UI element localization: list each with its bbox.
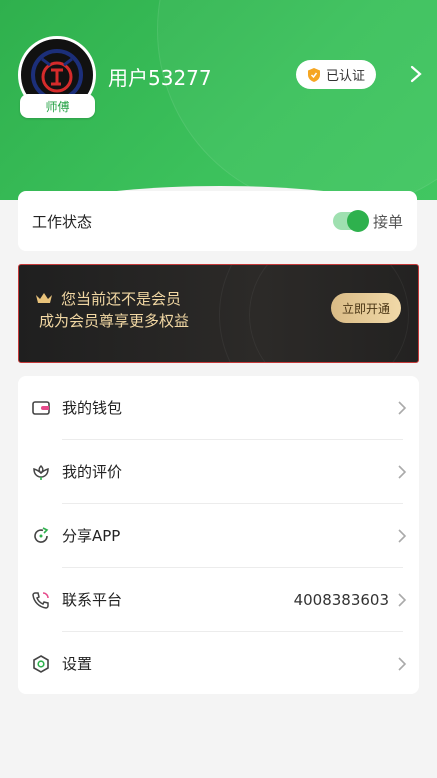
shield-icon	[307, 67, 320, 82]
vip-banner[interactable]: 您当前还不是会员 成为会员尊享更多权益 立即开通	[18, 264, 419, 363]
work-status-label: 工作状态	[32, 212, 93, 231]
menu-item-settings[interactable]: 设置	[18, 632, 419, 695]
role-badge: 师傅	[20, 94, 95, 118]
chevron-right-icon	[398, 592, 407, 607]
vip-line2: 成为会员尊享更多权益	[39, 312, 190, 330]
work-status-toggle[interactable]	[332, 210, 369, 232]
wallet-icon	[32, 400, 50, 415]
settings-icon	[33, 654, 49, 673]
menu-item-value: 4008383603	[293, 590, 389, 609]
menu-item-wallet[interactable]: 我的钱包	[18, 376, 419, 439]
verified-badge[interactable]: 已认证	[296, 60, 376, 89]
menu-item-contact[interactable]: 联系平台 4008383603	[18, 568, 419, 631]
menu-item-label: 我的钱包	[62, 399, 123, 417]
chevron-right-icon	[398, 528, 407, 543]
chevron-right-icon	[398, 656, 407, 671]
flower-icon	[33, 464, 49, 480]
chevron-right-icon	[398, 400, 407, 415]
menu-item-share[interactable]: 分享APP	[18, 504, 419, 567]
toggle-knob	[346, 210, 369, 232]
menu-item-label: 联系平台	[62, 591, 123, 609]
open-vip-button[interactable]: 立即开通	[331, 293, 401, 323]
username: 用户53277	[108, 66, 212, 90]
verified-label: 已认证	[325, 69, 365, 84]
header-decoration	[157, 0, 437, 200]
toggle-label: 接单	[372, 212, 403, 231]
menu-item-reviews[interactable]: 我的评价	[18, 440, 419, 503]
menu-item-label: 分享APP	[62, 527, 121, 545]
menu-item-label: 我的评价	[62, 463, 123, 481]
crown-icon	[36, 293, 52, 303]
menu-item-label: 设置	[62, 655, 93, 673]
phone-icon	[32, 591, 49, 609]
vip-line1: 您当前还不是会员	[61, 290, 182, 308]
work-status-card: 工作状态 接单	[18, 191, 417, 251]
share-icon	[34, 526, 49, 543]
avatar-area[interactable]: 师傅	[18, 36, 96, 118]
chevron-right-icon	[398, 464, 407, 479]
menu-card: 我的钱包 我的评价 分享APP 联系平台 4008383603 设置	[18, 376, 419, 694]
profile-chevron-right-icon[interactable]	[408, 64, 424, 84]
